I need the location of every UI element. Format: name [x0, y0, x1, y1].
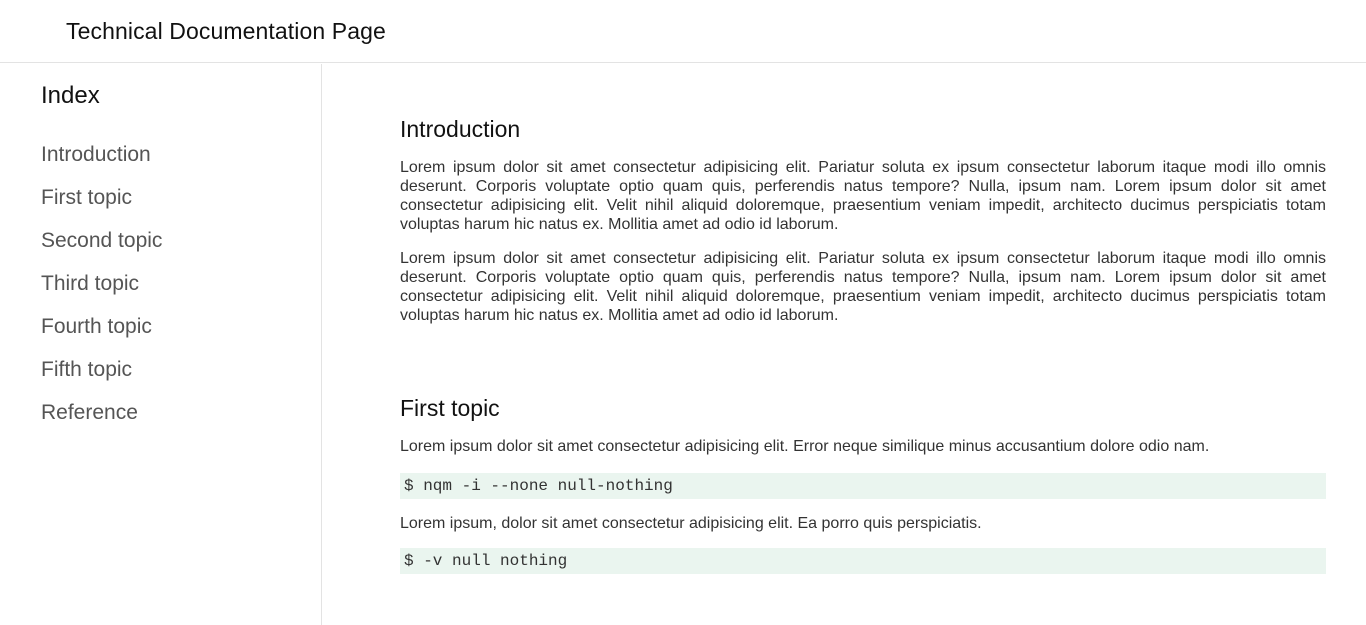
- sidebar-nav: Index Introduction First topic Second to…: [0, 64, 322, 625]
- page-title: Technical Documentation Page: [66, 18, 386, 44]
- nav-link-introduction[interactable]: Introduction: [41, 141, 162, 184]
- nav-link-first-topic[interactable]: First topic: [41, 184, 162, 227]
- section-title-first-topic: First topic: [400, 395, 500, 421]
- nav-link-third-topic[interactable]: Third topic: [41, 270, 162, 313]
- code-block-2: $ -v null nothing: [400, 548, 1326, 574]
- code-block-1: $ nqm -i --none null-nothing: [400, 473, 1326, 499]
- nav-link-second-topic[interactable]: Second topic: [41, 227, 162, 270]
- sidebar-heading: Index: [41, 82, 100, 109]
- intro-paragraph-1: Lorem ipsum dolor sit amet consectetur a…: [400, 159, 1326, 233]
- nav-link-fifth-topic[interactable]: Fifth topic: [41, 356, 162, 399]
- nav-link-reference[interactable]: Reference: [41, 399, 162, 442]
- section-introduction: Introduction Lorem ipsum dolor sit amet …: [400, 114, 1326, 325]
- nav-list: Introduction First topic Second topic Th…: [41, 141, 162, 442]
- top-bar: Technical Documentation Page: [0, 0, 1366, 63]
- intro-paragraph-2: Lorem ipsum dolor sit amet consectetur a…: [400, 250, 1326, 324]
- first-topic-paragraph-2: Lorem ipsum, dolor sit amet consectetur …: [400, 515, 982, 532]
- section-title-introduction: Introduction: [400, 116, 521, 142]
- nav-link-fourth-topic[interactable]: Fourth topic: [41, 313, 162, 356]
- section-first-topic: First topic Lorem ipsum dolor sit amet c…: [400, 393, 1326, 574]
- first-topic-paragraph-1: Lorem ipsum dolor sit amet consectetur a…: [400, 438, 1210, 455]
